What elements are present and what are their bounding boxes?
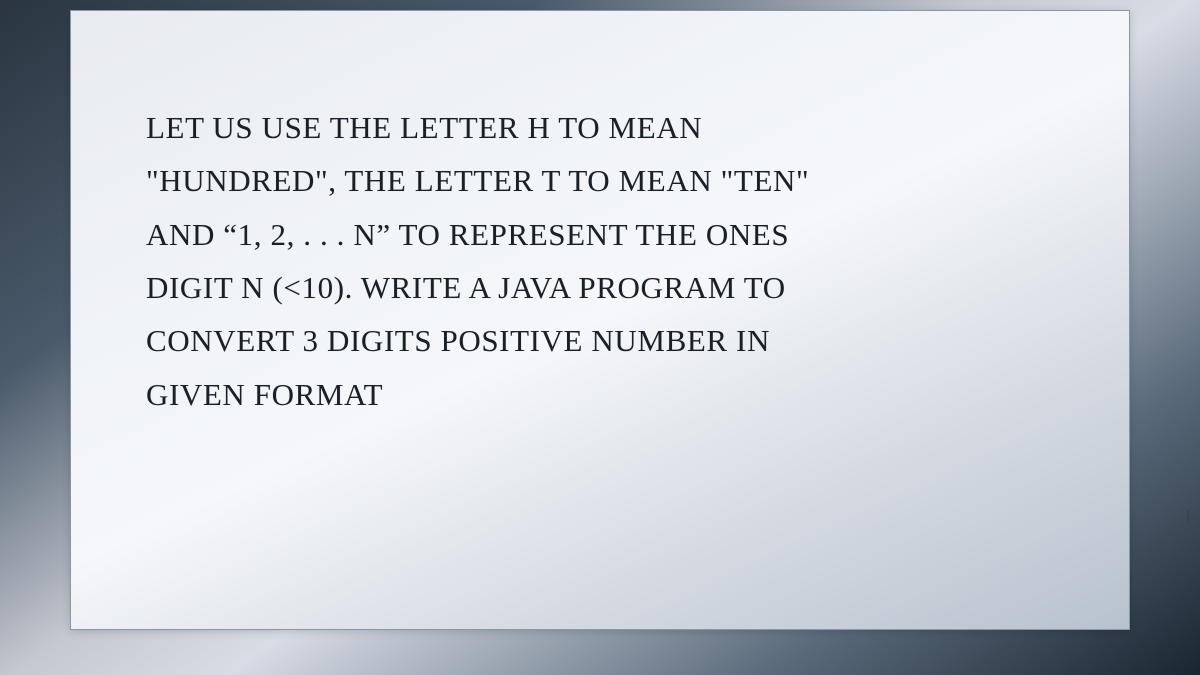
text-line-2: "HUNDRED", THE LETTER T TO MEAN "TEN" (146, 154, 1054, 207)
text-line-3: AND “1, 2, . . . N” TO REPRESENT THE ONE… (146, 208, 1054, 261)
text-line-4: DIGIT N (<10). WRITE A JAVA PROGRAM TO (146, 261, 1054, 314)
text-line-6: GIVEN FORMAT (146, 368, 1054, 421)
text-line-5: CONVERT 3 DIGITS POSITIVE NUMBER IN (146, 314, 1054, 367)
side-mark: I (1185, 504, 1192, 530)
document-container: LET US USE THE LETTER H TO MEAN "HUNDRED… (70, 10, 1130, 630)
text-line-1: LET US USE THE LETTER H TO MEAN (146, 101, 1054, 154)
